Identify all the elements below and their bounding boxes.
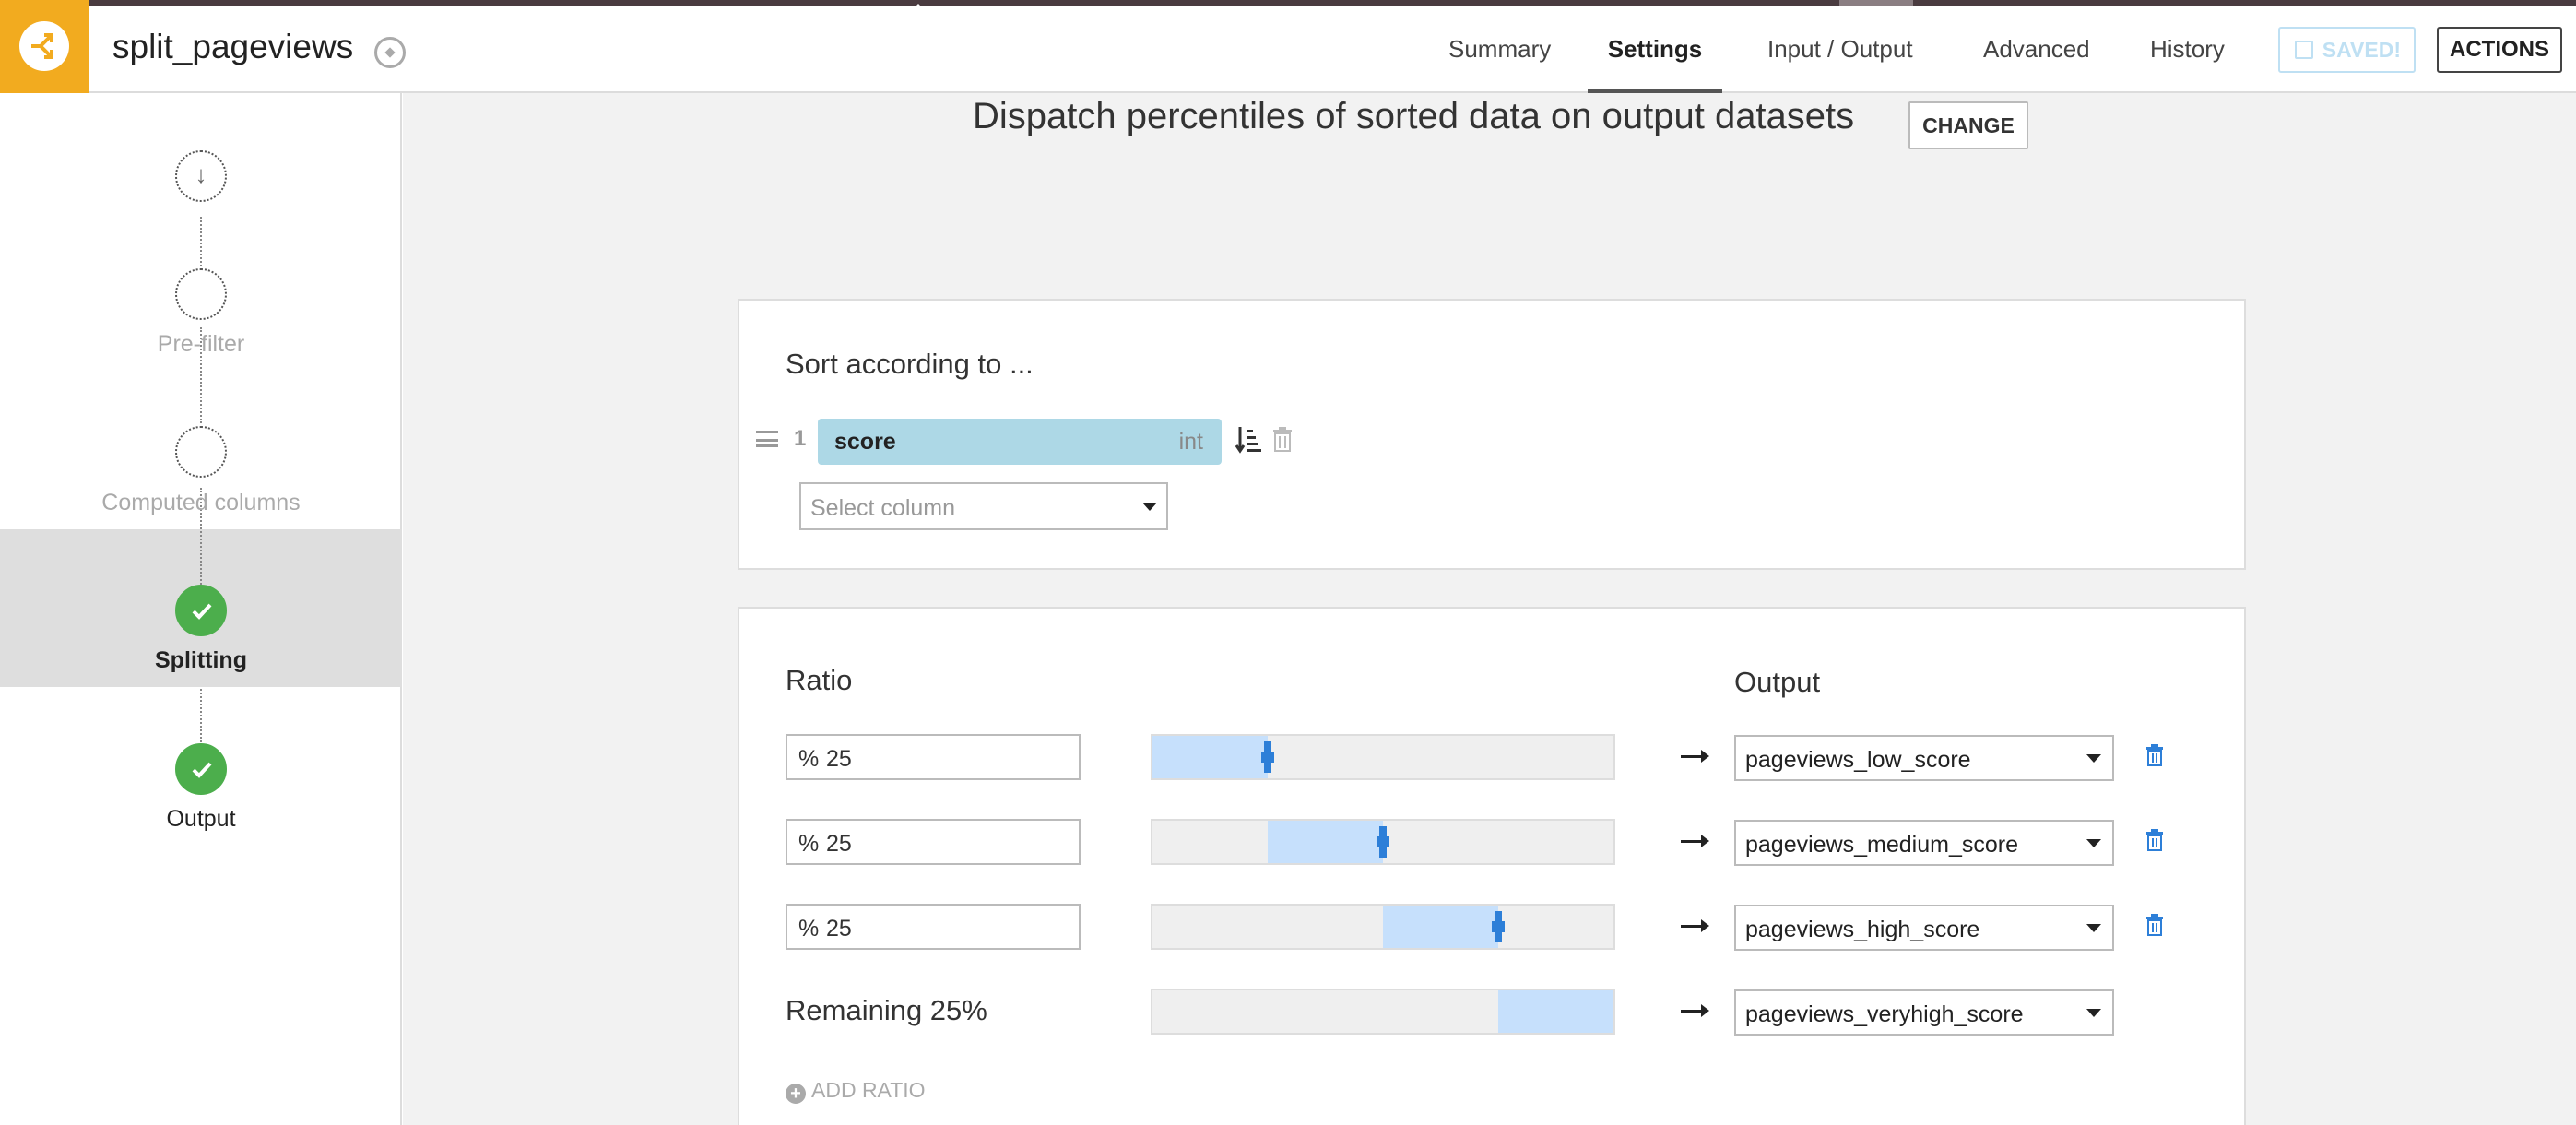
right-arrow-icon [1681, 750, 1709, 763]
chevron-down-icon [2086, 839, 2101, 847]
right-arrow-icon [1681, 835, 1709, 847]
chevron-down-icon [2086, 1009, 2101, 1017]
output-dataset-select[interactable]: pageviews_veryhigh_score [1734, 989, 2114, 1036]
ratio-input[interactable]: % 25 [786, 904, 1081, 950]
step-computed-columns[interactable] [175, 426, 227, 478]
ratio-slider-handle[interactable] [1261, 741, 1274, 773]
step-splitting[interactable] [175, 585, 227, 636]
step-label-computed-columns[interactable]: Computed columns [0, 490, 402, 516]
sort-column-type: int [1178, 429, 1203, 455]
plus-circle-icon: + [786, 1084, 806, 1104]
ratio-input[interactable]: % 25 [786, 819, 1081, 865]
output-dataset-select[interactable]: pageviews_high_score [1734, 905, 2114, 951]
ratio-value: 25 [826, 746, 852, 772]
step-start[interactable]: ↓ [175, 150, 227, 202]
ratio-value: 25 [826, 831, 852, 857]
step-label-pre-filter[interactable]: Pre-filter [0, 331, 402, 358]
tab-history[interactable]: History [2150, 6, 2225, 93]
saved-label: SAVED! [2322, 38, 2401, 62]
percent-icon: % [798, 916, 820, 941]
chevron-down-icon [2086, 924, 2101, 932]
recipe-title: split_pageviews [112, 28, 354, 65]
tab-settings[interactable]: Settings [1588, 6, 1722, 93]
sort-column-name: score [834, 429, 896, 455]
output-dataset-select[interactable]: pageviews_medium_score [1734, 820, 2114, 866]
sort-title: Sort according to ... [786, 348, 1034, 380]
actions-button[interactable]: ACTIONS [2437, 27, 2562, 73]
ratio-bar-fill [1268, 821, 1383, 863]
add-ratio-button[interactable]: + ADD RATIO [786, 1078, 926, 1104]
compass-icon[interactable] [374, 37, 406, 68]
step-label-output[interactable]: Output [0, 806, 402, 833]
output-dataset-name: pageviews_medium_score [1745, 832, 2018, 858]
trash-icon[interactable] [1272, 427, 1293, 452]
step-output[interactable] [175, 743, 227, 795]
right-arrow-icon [1681, 919, 1709, 932]
tab-summary[interactable]: Summary [1448, 6, 1551, 93]
ratio-value: 25 [826, 916, 852, 941]
sort-column-chip[interactable]: score int [818, 419, 1222, 465]
output-dataset-name: pageviews_high_score [1745, 917, 1980, 942]
change-button[interactable]: CHANGE [1908, 101, 2028, 149]
saved-button[interactable]: SAVED! [2278, 27, 2416, 73]
ratio-bar[interactable] [1151, 819, 1615, 865]
tab-advanced[interactable]: Advanced [1983, 6, 2090, 93]
add-ratio-label: ADD RATIO [811, 1078, 926, 1102]
sort-ascending-icon[interactable] [1235, 424, 1263, 456]
percent-icon: % [798, 746, 820, 772]
split-recipe-icon [19, 21, 69, 71]
recipe-steps-sidebar: ↓ Pre-filter Computed columns Splitting … [0, 93, 402, 1125]
ratio-bar-fill [1383, 906, 1498, 948]
ratio-bar[interactable] [1151, 904, 1615, 950]
page-heading: Dispatch percentiles of sorted data on o… [973, 96, 1855, 136]
recipe-logo[interactable] [0, 0, 89, 93]
right-arrow-icon [1681, 1004, 1709, 1017]
trash-icon[interactable] [2145, 829, 2164, 851]
ratio-bar-fill [1498, 990, 1613, 1033]
tab-input-output[interactable]: Input / Output [1767, 6, 1913, 93]
chevron-down-icon [1142, 503, 1157, 511]
output-header: Output [1734, 666, 1821, 698]
ratio-bar[interactable] [1151, 734, 1615, 780]
drag-handle-icon[interactable] [756, 431, 778, 447]
trash-icon[interactable] [2145, 744, 2164, 766]
check-icon [192, 762, 212, 778]
remaining-ratio-bar [1151, 989, 1615, 1035]
check-icon [192, 603, 212, 620]
select-column-dropdown[interactable]: Select column [799, 482, 1168, 530]
step-pre-filter[interactable] [175, 268, 227, 320]
ratio-panel [738, 607, 2246, 1125]
ratio-bar-fill [1152, 736, 1268, 778]
select-column-placeholder: Select column [810, 495, 956, 521]
chevron-down-icon [2086, 754, 2101, 763]
remaining-label: Remaining 25% [786, 994, 987, 1026]
save-disk-icon [2295, 41, 2313, 59]
percent-icon: % [798, 831, 820, 857]
trash-icon[interactable] [2145, 914, 2164, 936]
down-arrow-icon: ↓ [195, 160, 207, 188]
output-dataset-name: pageviews_veryhigh_score [1745, 1001, 2024, 1027]
ratio-header: Ratio [786, 664, 853, 696]
ratio-slider-handle[interactable] [1377, 826, 1389, 858]
header: split_pageviews Summary Settings Input /… [0, 0, 2576, 93]
output-dataset-name: pageviews_low_score [1745, 747, 1971, 773]
sort-index: 1 [794, 426, 807, 451]
output-dataset-select[interactable]: pageviews_low_score [1734, 735, 2114, 781]
step-label-splitting[interactable]: Splitting [0, 647, 402, 674]
step-connector [200, 217, 202, 270]
step-connector [200, 689, 202, 742]
ratio-slider-handle[interactable] [1492, 911, 1505, 942]
ratio-input[interactable]: % 25 [786, 734, 1081, 780]
